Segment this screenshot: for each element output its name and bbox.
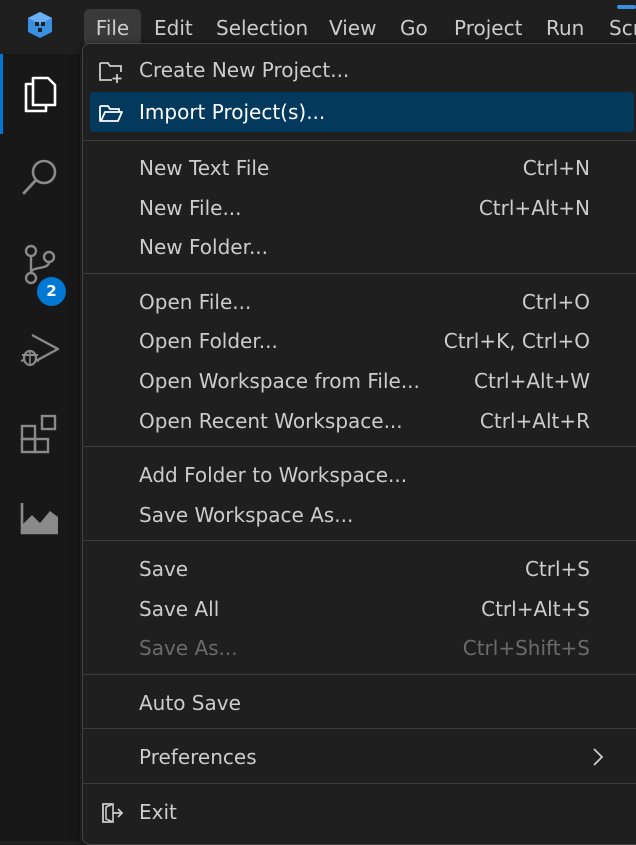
- menu-item-new-folder[interactable]: New Folder...: [90, 227, 634, 267]
- menu-item-save-all[interactable]: Save All Ctrl+Alt+S: [90, 589, 634, 629]
- menu-item-import-project[interactable]: Import Project(s)...: [90, 92, 634, 132]
- menu-separator: [83, 728, 636, 729]
- activity-extensions[interactable]: [0, 394, 80, 474]
- menu-item-shortcut: Ctrl+K, Ctrl+O: [443, 329, 590, 353]
- activity-analytics[interactable]: [0, 479, 80, 559]
- menu-separator: [83, 540, 636, 541]
- activity-bar: 2: [0, 54, 81, 841]
- activity-explorer[interactable]: [0, 54, 80, 134]
- menu-view[interactable]: View: [329, 9, 376, 47]
- menu-selection[interactable]: Selection: [216, 9, 308, 47]
- menu-item-label: Open File...: [139, 290, 252, 314]
- menu-item-shortcut: Ctrl+S: [524, 557, 590, 581]
- menu-item-label: New Text File: [139, 156, 270, 180]
- menu-item-save-as: Save As... Ctrl+Shift+S: [90, 628, 634, 668]
- menu-item-label: Exit: [139, 800, 177, 824]
- chart-icon: [20, 503, 58, 535]
- search-icon: [22, 159, 57, 195]
- menu-item-open-recent[interactable]: Open Recent Workspace... Ctrl+Alt+R: [90, 401, 634, 441]
- menu-item-auto-save[interactable]: Auto Save: [90, 683, 634, 723]
- menu-item-exit[interactable]: Exit: [90, 792, 634, 832]
- menu-item-label: Open Folder...: [139, 329, 278, 353]
- menu-item-label: Open Workspace from File...: [139, 369, 420, 393]
- menu-run[interactable]: Run: [546, 9, 584, 47]
- menu-item-new-file[interactable]: New File... Ctrl+Alt+N: [90, 188, 634, 228]
- menu-item-label: Auto Save: [139, 691, 241, 715]
- menu-edit[interactable]: Edit: [154, 9, 193, 47]
- activity-source-control[interactable]: 2: [0, 224, 80, 306]
- exit-icon: [102, 802, 124, 824]
- new-folder-icon: [99, 62, 122, 83]
- menu-item-label: Import Project(s)...: [139, 100, 326, 124]
- menu-item-shortcut: Ctrl+Alt+R: [479, 409, 590, 433]
- menu-script[interactable]: Scr: [609, 9, 636, 47]
- menu-item-label: Save As...: [139, 636, 238, 660]
- menu-item-label: Add Folder to Workspace...: [139, 463, 408, 487]
- menu-project[interactable]: Project: [454, 9, 522, 47]
- menu-item-add-folder[interactable]: Add Folder to Workspace...: [90, 455, 634, 495]
- menu-item-create-project[interactable]: Create New Project...: [90, 50, 634, 90]
- menu-item-label: New Folder...: [139, 235, 269, 259]
- activity-run-debug[interactable]: [0, 309, 80, 389]
- menu-item-label: Create New Project...: [139, 58, 350, 82]
- menu-item-label: Preferences: [139, 745, 257, 769]
- menu-item-label: Save: [139, 557, 189, 581]
- run-debug-icon: [20, 333, 60, 367]
- file-menu: Create New Project... Import Project(s).…: [82, 43, 636, 845]
- active-indicator: [0, 54, 3, 134]
- window-accent: [617, 5, 636, 9]
- menu-go[interactable]: Go: [400, 9, 428, 47]
- menu-item-shortcut: Ctrl+Alt+W: [474, 369, 590, 393]
- chevron-right-icon: [593, 748, 604, 766]
- menu-item-label: Save Workspace As...: [139, 503, 354, 527]
- menu-file[interactable]: File: [84, 9, 141, 47]
- menu-item-preferences[interactable]: Preferences: [90, 737, 634, 777]
- menu-separator: [83, 783, 636, 784]
- menu-item-shortcut: Ctrl+O: [521, 290, 590, 314]
- menu-item-open-file[interactable]: Open File... Ctrl+O: [90, 282, 634, 322]
- menu-item-open-folder[interactable]: Open Folder... Ctrl+K, Ctrl+O: [90, 321, 634, 361]
- menu-item-label: New File...: [139, 196, 242, 220]
- extensions-icon: [20, 414, 57, 454]
- menu-item-shortcut: Ctrl+Shift+S: [462, 636, 590, 660]
- menu-separator: [83, 140, 636, 141]
- open-folder-icon: [99, 105, 123, 122]
- menu-item-new-text-file[interactable]: New Text File Ctrl+N: [90, 148, 634, 188]
- menu-item-label: Open Recent Workspace...: [139, 409, 403, 433]
- cube-logo-icon[interactable]: [22, 8, 58, 44]
- menu-item-shortcut: Ctrl+Alt+N: [478, 196, 590, 220]
- menu-item-open-workspace[interactable]: Open Workspace from File... Ctrl+Alt+W: [90, 361, 634, 401]
- menu-item-shortcut: Ctrl+Alt+S: [481, 597, 590, 621]
- menu-item-save-workspace-as[interactable]: Save Workspace As...: [90, 495, 634, 535]
- menu-separator: [83, 273, 636, 274]
- activity-search[interactable]: [0, 138, 80, 218]
- menu-separator: [83, 446, 636, 447]
- files-icon: [24, 76, 57, 113]
- menu-item-save[interactable]: Save Ctrl+S: [90, 549, 634, 589]
- menu-item-shortcut: Ctrl+N: [522, 156, 590, 180]
- source-control-badge: 2: [37, 277, 66, 306]
- menu-separator: [83, 674, 636, 675]
- menu-item-label: Save All: [139, 597, 220, 621]
